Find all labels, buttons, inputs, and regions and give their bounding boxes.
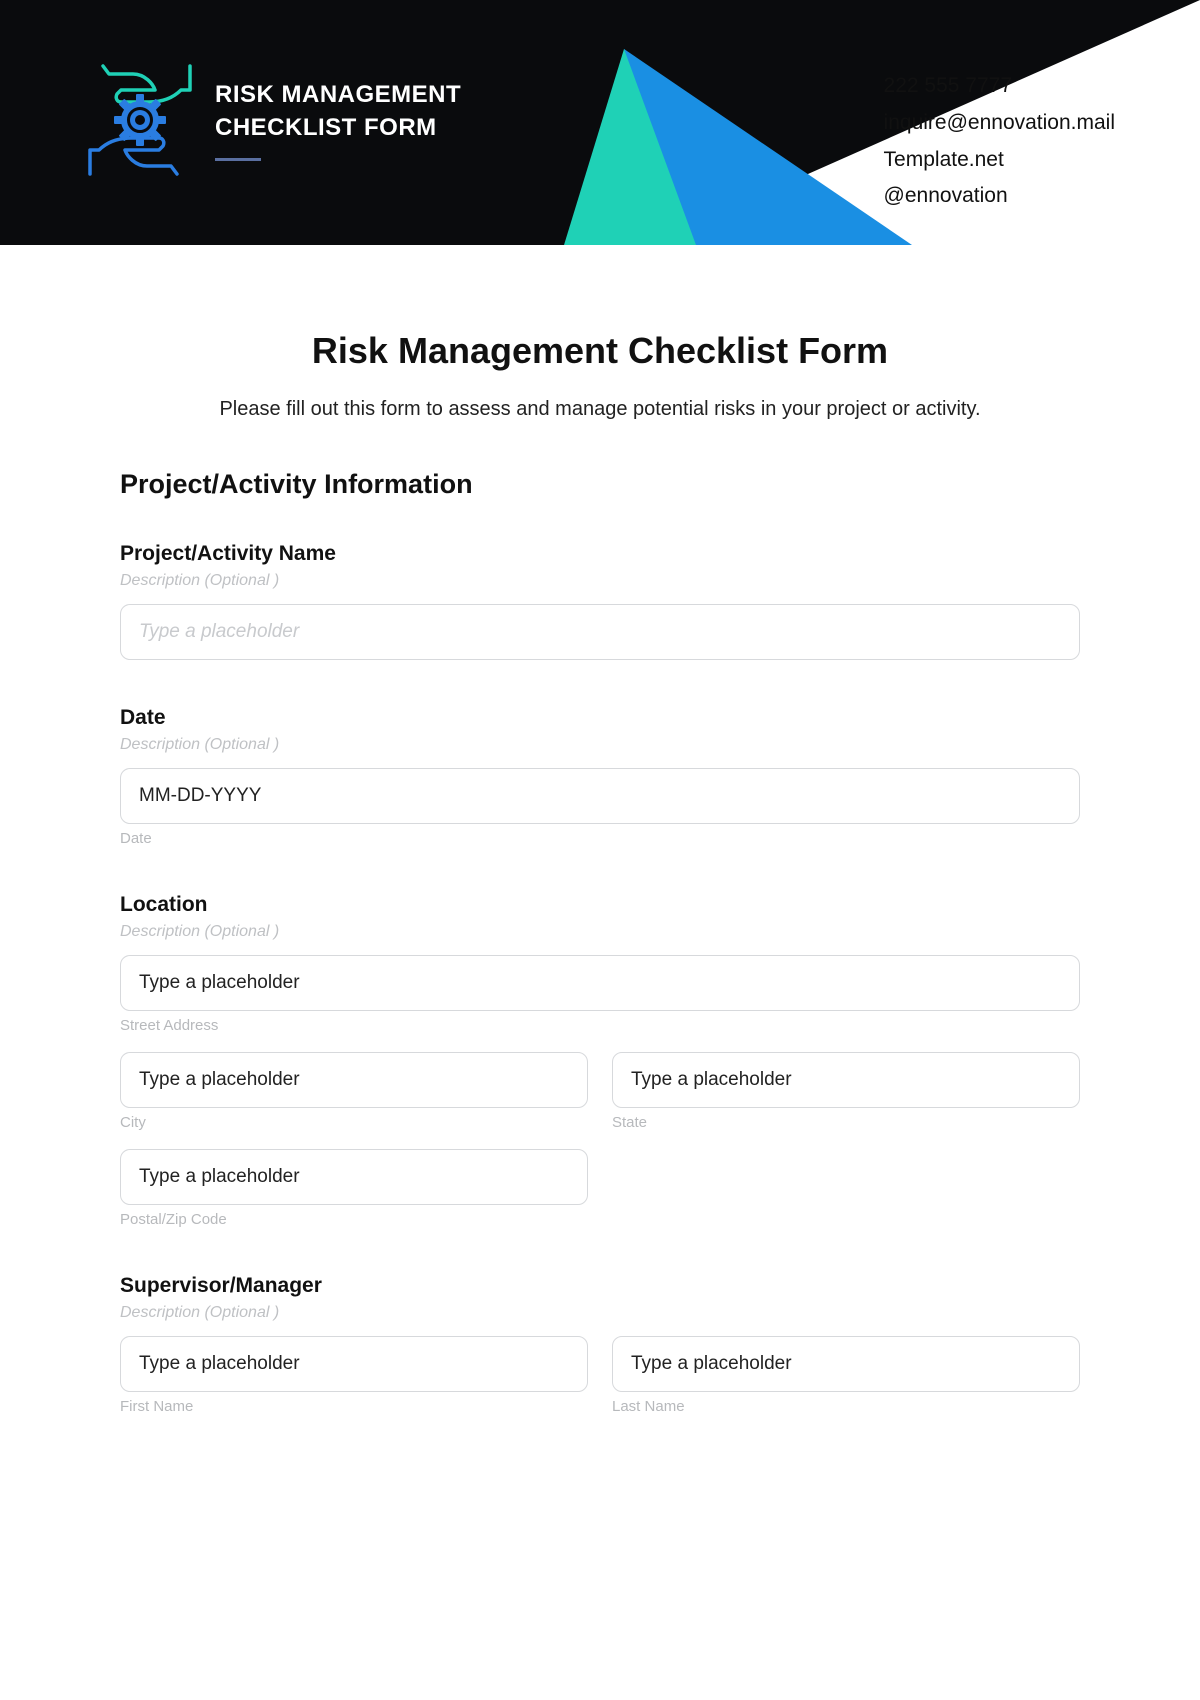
field-project-name: Project/Activity Name Description (Optio… [120, 542, 1080, 660]
contact-handle: @ennovation [884, 178, 1115, 215]
input-first-name[interactable] [120, 1336, 588, 1392]
field-location: Location Description (Optional ) Street … [120, 893, 1080, 1228]
sublabel-city: City [120, 1114, 588, 1131]
field-date: Date Description (Optional ) Date [120, 706, 1080, 847]
header: RISK MANAGEMENT CHECKLIST FORM 222 555 7… [0, 0, 1200, 260]
desc-location: Description (Optional ) [120, 923, 1080, 941]
contact-site: Template.net [884, 142, 1115, 179]
hands-gear-icon [85, 60, 195, 180]
page-subtitle: Please fill out this form to assess and … [120, 398, 1080, 421]
desc-date: Description (Optional ) [120, 736, 1080, 754]
sublabel-street: Street Address [120, 1017, 1080, 1034]
header-title-line2: CHECKLIST FORM [215, 112, 461, 144]
page-body: Risk Management Checklist Form Please fi… [0, 260, 1200, 1415]
sublabel-postal: Postal/Zip Code [120, 1211, 588, 1228]
sublabel-date: Date [120, 830, 1080, 847]
input-project-name[interactable] [120, 604, 1080, 660]
input-date[interactable] [120, 768, 1080, 824]
sublabel-state: State [612, 1114, 1080, 1131]
field-supervisor: Supervisor/Manager Description (Optional… [120, 1274, 1080, 1415]
contact-phone: 222 555 7777 [884, 68, 1115, 105]
label-date: Date [120, 706, 1080, 730]
sublabel-last-name: Last Name [612, 1398, 1080, 1415]
input-state[interactable] [612, 1052, 1080, 1108]
contact-email: inquire@ennovation.mail [884, 105, 1115, 142]
page-title: Risk Management Checklist Form [120, 330, 1080, 372]
label-location: Location [120, 893, 1080, 917]
section-heading-project-info: Project/Activity Information [120, 469, 1080, 500]
input-street-address[interactable] [120, 955, 1080, 1011]
contact-block: 222 555 7777 inquire@ennovation.mail Tem… [884, 68, 1115, 215]
input-last-name[interactable] [612, 1336, 1080, 1392]
logo-block: RISK MANAGEMENT CHECKLIST FORM [85, 60, 461, 180]
input-postal[interactable] [120, 1149, 588, 1205]
desc-supervisor: Description (Optional ) [120, 1304, 1080, 1322]
header-underline [215, 158, 261, 161]
sublabel-first-name: First Name [120, 1398, 588, 1415]
desc-project-name: Description (Optional ) [120, 572, 1080, 590]
label-project-name: Project/Activity Name [120, 542, 1080, 566]
header-title-line1: RISK MANAGEMENT [215, 79, 461, 111]
input-city[interactable] [120, 1052, 588, 1108]
label-supervisor: Supervisor/Manager [120, 1274, 1080, 1298]
